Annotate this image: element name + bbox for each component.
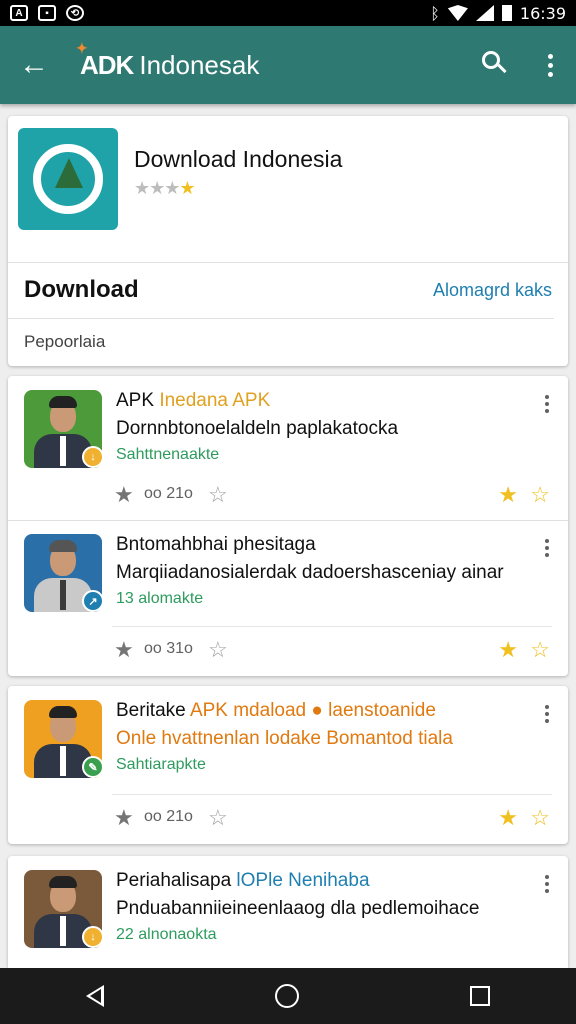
apk-logo-icon — [33, 144, 103, 214]
app-rating: ★★★★ — [134, 178, 196, 199]
logo-spark-icon: ✦ — [76, 39, 88, 56]
download-label: Download — [24, 276, 139, 303]
app-title: Indonesak — [139, 49, 260, 80]
back-button[interactable]: ← — [16, 47, 52, 83]
item-count: oo 31o — [144, 640, 193, 657]
list-item[interactable]: ↓ APK Inedana APK Dornnbtonoelaldeln pap… — [8, 376, 568, 520]
star-filled-icon: ★ — [114, 482, 134, 507]
wifi-icon — [447, 5, 468, 21]
item-footer: ★ oo 31o ☆ ★ ☆ — [112, 626, 552, 670]
bluetooth-icon: ᛒ — [430, 3, 440, 23]
app-name: Download Indonesia — [134, 146, 343, 172]
star-outline-icon[interactable]: ☆ — [208, 805, 228, 831]
app-icon[interactable] — [18, 128, 118, 230]
star-filled-icon: ★ — [114, 805, 134, 830]
item-title: APK Inedana APK — [116, 390, 271, 411]
nav-back-icon[interactable] — [85, 985, 104, 1007]
download-link[interactable]: Alomagrd kaks — [433, 280, 552, 301]
logo-text: ADK — [80, 49, 134, 80]
battery-icon — [501, 5, 512, 21]
item-count: oo 21o — [144, 485, 193, 502]
rating-star-empty-icon[interactable]: ☆ — [530, 637, 550, 663]
more-options-button[interactable] — [540, 45, 560, 85]
divider — [8, 318, 554, 319]
arrow-left-icon: ← — [19, 48, 49, 81]
star-outline-icon[interactable]: ☆ — [208, 482, 228, 508]
item-title: Bntomahbhai phesitaga — [116, 534, 316, 555]
item-footer: ★ oo 21o ☆ ★ ☆ — [112, 472, 552, 516]
item-footer: ★ oo 21o ☆ ★ ☆ — [112, 794, 552, 838]
rating-star-gold-icon[interactable]: ★ — [498, 482, 518, 508]
list-item[interactable]: ✎ Beritake APK mdaload ● laenstoanide On… — [8, 686, 568, 844]
item-count: oo 21o — [144, 808, 193, 825]
notification-icon: A — [10, 5, 28, 21]
divider — [8, 262, 568, 263]
rating-star-gold: ★ — [179, 178, 195, 198]
star-outline-icon[interactable]: ☆ — [208, 637, 228, 663]
item-description: Onle hvattnenlan lodake Bomantod tiala — [116, 728, 453, 749]
list-item[interactable]: ↗ Bntomahbhai phesitaga Marqiiadanosiale… — [8, 520, 568, 676]
item-meta: 22 alnonaokta — [116, 926, 217, 943]
app-logo: ✦ ADK — [76, 40, 134, 81]
list-card: ↓ APK Inedana APK Dornnbtonoelaldeln pap… — [8, 376, 568, 676]
category-label: Pepoorlaia — [24, 332, 106, 351]
badge-icon: ↗ — [82, 590, 104, 612]
app-bar: ← ✦ ADK Indonesak — [0, 26, 576, 104]
item-description: Marqiiadanosialerdak dadoershasceniay ai… — [116, 562, 504, 583]
star-filled-icon: ★ — [114, 637, 134, 662]
badge-icon: ✎ — [82, 756, 104, 778]
item-meta: Sahtiarapkte — [116, 756, 206, 773]
item-description: Pnduabanniieineenlaaog dla pedlemoihace — [116, 898, 480, 919]
sync-icon: ⟲ — [66, 5, 84, 21]
list-item[interactable]: ↓ Periahalisapa lOPle Nenihaba Pnduabann… — [8, 856, 568, 968]
search-button[interactable] — [476, 45, 516, 85]
item-more-button[interactable] — [540, 872, 554, 896]
item-more-button[interactable] — [540, 536, 554, 560]
item-meta: Sahttnenaakte — [116, 446, 220, 463]
badge-icon: ↓ — [82, 926, 104, 948]
status-bar: A ▪ ⟲ ᛒ 16:39 — [0, 0, 576, 26]
item-more-button[interactable] — [540, 702, 554, 726]
status-time: 16:39 — [519, 3, 566, 23]
rating-star-gold-icon[interactable]: ★ — [498, 805, 518, 831]
item-title: Beritake APK mdaload ● laenstoanide — [116, 700, 436, 721]
nav-recents-icon[interactable] — [470, 986, 491, 1006]
app-header-card: Download Indonesia ★★★★ Download Alomagr… — [8, 116, 568, 366]
badge-icon: ↓ — [82, 446, 104, 468]
nav-home-icon[interactable] — [274, 984, 299, 1008]
status-right-icons: ᛒ 16:39 — [430, 4, 566, 23]
signal-icon — [475, 5, 494, 21]
rating-stars-grey: ★★★ — [134, 178, 180, 198]
rating-star-gold-icon[interactable]: ★ — [498, 637, 518, 663]
photo-icon: ▪ — [38, 5, 56, 21]
rating-star-empty-icon[interactable]: ☆ — [530, 805, 550, 831]
item-more-button[interactable] — [540, 392, 554, 416]
system-nav-bar — [0, 968, 576, 1024]
item-description: Dornnbtonoelaldeln paplakatocka — [116, 418, 399, 439]
status-left-icons: A ▪ ⟲ — [10, 5, 84, 21]
item-meta: 13 alomakte — [116, 590, 204, 607]
rating-star-empty-icon[interactable]: ☆ — [530, 482, 550, 508]
list-card: ✎ Beritake APK mdaload ● laenstoanide On… — [8, 686, 568, 844]
list-card: ↓ Periahalisapa lOPle Nenihaba Pnduabann… — [8, 856, 568, 968]
item-title: Periahalisapa lOPle Nenihaba — [116, 870, 370, 891]
